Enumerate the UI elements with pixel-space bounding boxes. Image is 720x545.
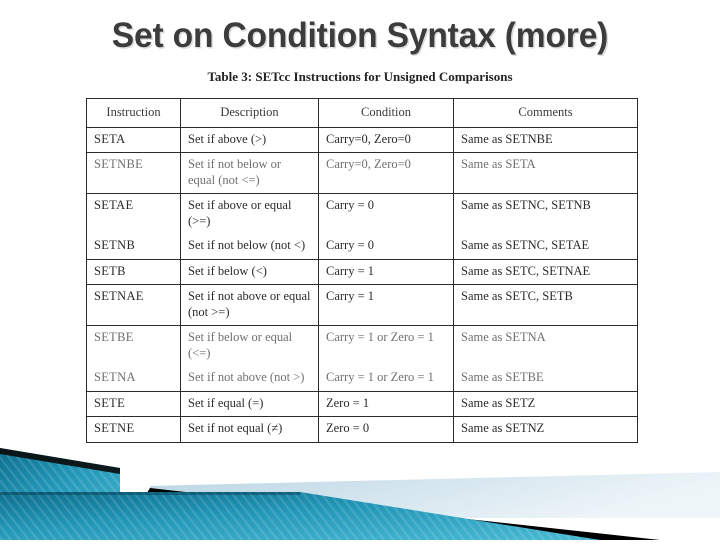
cell-instruction: SETNE [86,416,181,443]
cell-condition: Carry = 0 [318,231,454,260]
cell-description: Set if not above (not >) [180,363,319,392]
page-title: Set on Condition Syntax (more) [111,16,609,55]
ribbon-black-wedge [140,488,610,540]
cell-description: Set if not above or equal (not >=) [180,284,319,326]
cell-instruction: SETB [86,258,181,285]
table-row: SETNAE Set if not above or equal (not >=)… [86,284,638,326]
cell-comments: Same as SETBE [453,363,638,392]
cell-description: Set if below or equal (<=) [180,325,319,363]
table-row: SETAE Set if above or equal (>=) Carry = 0… [86,193,638,231]
table-row: SETBE Set if below or equal (<=) Carry = 1… [86,325,638,363]
table-row: SETNA Set if not above (not >) Carry = 1 o… [86,363,638,392]
cell-description: Set if not equal (≠) [180,416,319,443]
cell-instruction: SETAE [86,193,181,231]
cell-comments: Same as SETA [453,152,638,194]
cell-condition: Carry = 1 or Zero = 1 [318,363,454,392]
cell-description: Set if below (<) [180,258,319,285]
column-header-condition: Condition [318,98,454,128]
cell-condition: Carry=0, Zero=0 [318,126,454,153]
cell-comments: Same as SETZ [453,390,638,417]
cell-condition: Carry = 1 [318,258,454,285]
cell-condition: Zero = 1 [318,390,454,417]
cell-comments: Same as SETNC, SETNB [453,193,638,231]
cell-description: Set if above or equal (>=) [180,193,319,231]
ribbon-band-top-edge [0,492,300,495]
cell-instruction: SETNB [86,231,181,260]
cell-comments: Same as SETNBE [453,126,638,153]
cell-description: Set if equal (=) [180,390,319,417]
column-header-comments: Comments [453,98,638,128]
ribbon-teal-upper-wedge [0,448,120,540]
cell-instruction: SETE [86,390,181,417]
cell-comments: Same as SETNZ [453,416,638,443]
cell-instruction: SETBE [86,325,181,363]
table-row: SETNBE Set if not below or equal (not <=)… [86,152,638,194]
ribbon-black-wedge-tail [330,504,660,540]
cell-comments: Same as SETC, SETB [453,284,638,326]
table-body: SETA Set if above (>) Carry=0, Zero=0 Same … [86,126,638,443]
setcc-table-container: Instruction Description Condition Commen… [86,98,638,443]
cell-instruction: SETNAE [86,284,181,326]
cell-comments: Same as SETNC, SETAE [453,231,638,260]
column-header-instruction: Instruction [86,98,181,128]
cell-condition: Carry=0, Zero=0 [318,152,454,194]
cell-description: Set if above (>) [180,126,319,153]
table-caption: Table 3: SETcc Instructions for Unsigned… [207,69,513,84]
cell-condition: Carry = 1 [318,284,454,326]
cell-instruction: SETA [86,126,181,153]
cell-comments: Same as SETNA [453,325,638,363]
cell-instruction: SETNA [86,363,181,392]
setcc-instruction-table: Instruction Description Condition Commen… [86,98,638,443]
ribbon-teal-main-band [0,492,600,540]
table-row: SETNE Set if not equal (≠) Zero = 0 Same as… [86,416,638,443]
cell-description: Set if not below or equal (not <=) [180,152,319,194]
ribbon-svg [0,448,720,540]
table-row: SETNB Set if not below (not <) Carry = 0 Sa… [86,231,638,260]
table-header-row: Instruction Description Condition Commen… [86,98,638,128]
cell-condition: Carry = 0 [318,193,454,231]
cell-condition: Carry = 1 or Zero = 1 [318,325,454,363]
table-row: SETB Set if below (<) Carry = 1 Same as SET… [86,258,638,285]
table-row: SETA Set if above (>) Carry=0, Zero=0 Same … [86,126,638,153]
cell-condition: Zero = 0 [318,416,454,443]
column-header-description: Description [180,98,319,128]
ribbon-pale-wedge [150,472,720,518]
cell-comments: Same as SETC, SETNAE [453,258,638,285]
cell-instruction: SETNBE [86,152,181,194]
cell-description: Set if not below (not <) [180,231,319,260]
table-row: SETE Set if equal (=) Zero = 1 Same as SETZ [86,390,638,417]
decorative-ribbon-graphic [0,448,720,540]
